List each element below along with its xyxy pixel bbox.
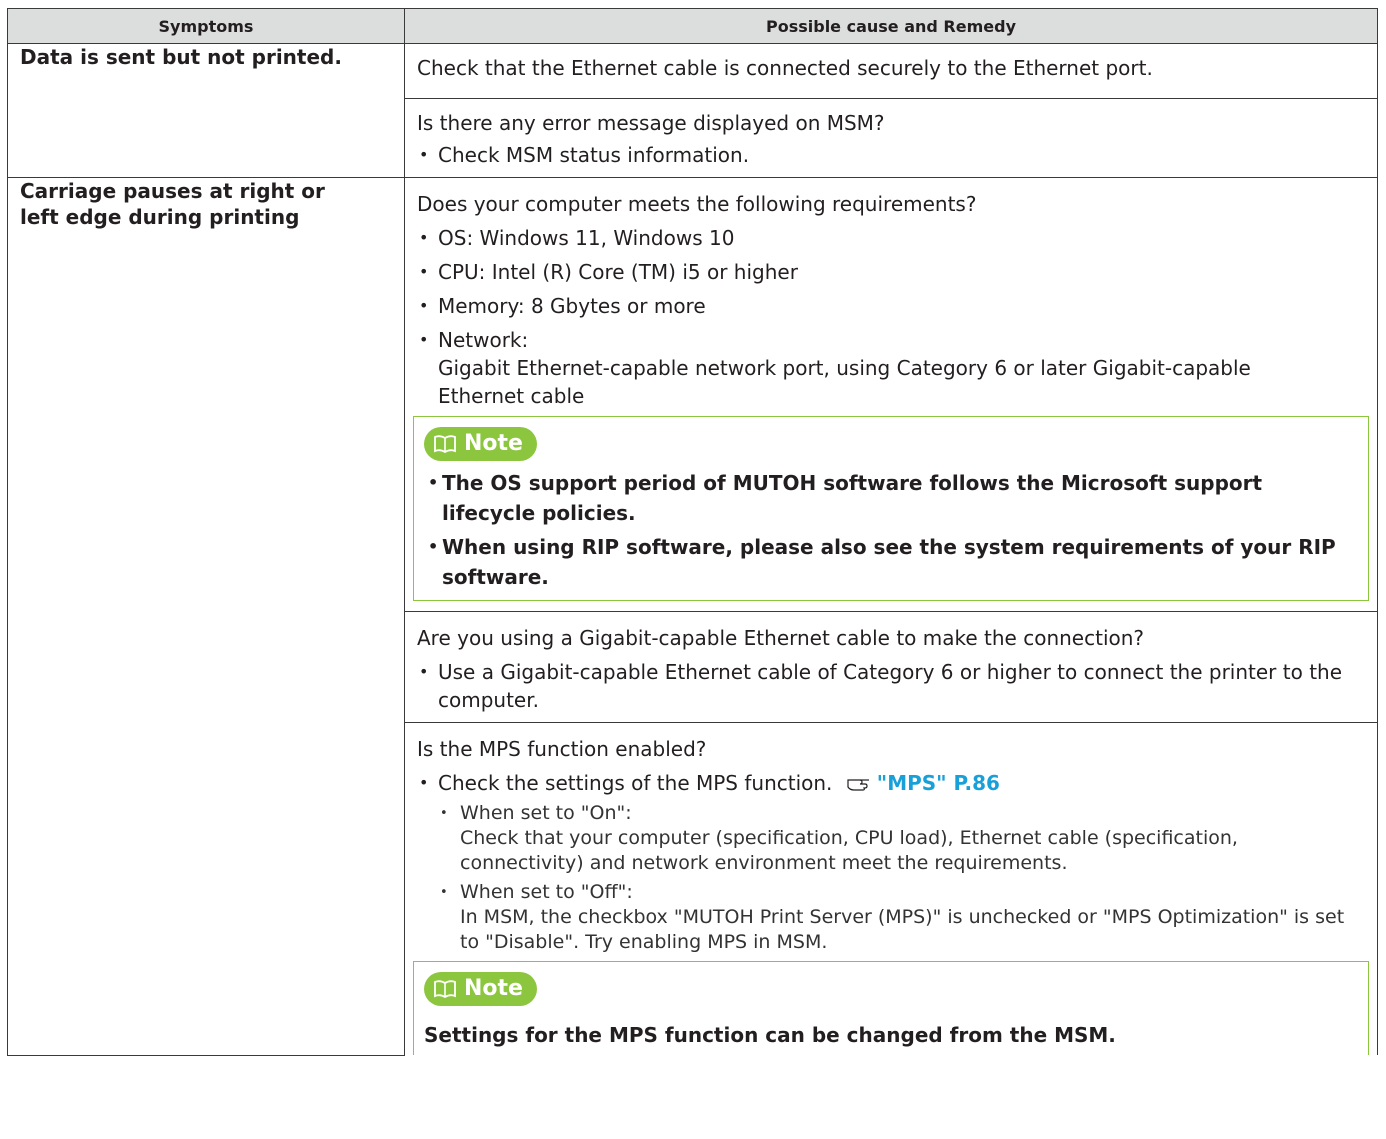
list-item: Memory: 8 Gbytes or more [417,292,1365,320]
network-label: Network: [438,328,529,352]
sub-detail: In MSM, the checkbox "MUTOH Print Server… [460,906,1345,953]
symptom-cell: Carriage pauses at right or left edge du… [7,177,405,1056]
remedy-cell: Does your computer meets the following r… [404,177,1378,612]
check-text: Check the settings of the MPS function. [438,771,833,795]
symptom-text: Carriage pauses at right or left edge du… [20,179,325,229]
table-row: Carriage pauses at right or left edge du… [7,177,1378,1056]
remedy-cell: Is the MPS function enabled? Check the s… [404,722,1378,1055]
note-badge: Note [424,972,537,1006]
sub-detail: Check that your computer (specification,… [460,827,1238,874]
sub-label: When set to "Off": [460,881,633,903]
remedy-header: Possible cause and Remedy [404,8,1378,44]
sub-label: When set to "On": [460,802,632,824]
note-box: Note The OS support period of MUTOH soft… [413,416,1369,601]
note-badge: Note [424,427,537,461]
troubleshooting-table: Symptoms Possible cause and Remedy Data … [7,8,1378,1056]
remedy-text: Is there any error message displayed on … [417,111,885,135]
note-item: The OS support period of MUTOH software … [424,468,1356,528]
note-label: Note [464,431,523,456]
note-box: Note Settings for the MPS function can b… [413,961,1369,1055]
table-row: Data is sent but not printed. Check that… [7,43,1378,178]
note-item: When using RIP software, please also see… [424,532,1356,592]
pointing-hand-icon [847,779,869,791]
remedy-cell: Is there any error message displayed on … [404,98,1378,178]
list-item: Network: Gigabit Ethernet-capable networ… [417,326,1365,410]
remedy-text: Are you using a Gigabit-capable Ethernet… [417,626,1145,650]
list-item: Check the settings of the MPS function. … [417,769,1365,797]
list-item: CPU: Intel (R) Core (TM) i5 or higher [417,258,1365,286]
note-label: Note [464,976,523,1001]
symptom-cell: Data is sent but not printed. [7,43,405,178]
network-detail: Gigabit Ethernet-capable network port, u… [438,356,1251,408]
book-icon [434,435,456,453]
mps-page-link[interactable]: "MPS" P.86 [877,771,1000,795]
list-item: When set to "Off": In MSM, the checkbox … [438,880,1365,955]
remedy-cell: Are you using a Gigabit-capable Ethernet… [404,611,1378,723]
list-item: When set to "On": Check that your comput… [438,801,1365,876]
note-text: Settings for the MPS function can be cha… [424,1023,1116,1047]
table-header-row: Symptoms Possible cause and Remedy [7,8,1378,44]
remedy-text: Does your computer meets the following r… [417,192,977,216]
remedy-text: Check that the Ethernet cable is connect… [417,56,1153,80]
remedy-cell: Check that the Ethernet cable is connect… [404,43,1378,99]
symptoms-header: Symptoms [7,8,405,44]
list-item: OS: Windows 11, Windows 10 [417,224,1365,252]
list-item: Check MSM status information. [417,141,1365,169]
remedy-text: Is the MPS function enabled? [417,737,707,761]
list-item: Use a Gigabit-capable Ethernet cable of … [417,658,1365,714]
book-icon [434,980,456,998]
